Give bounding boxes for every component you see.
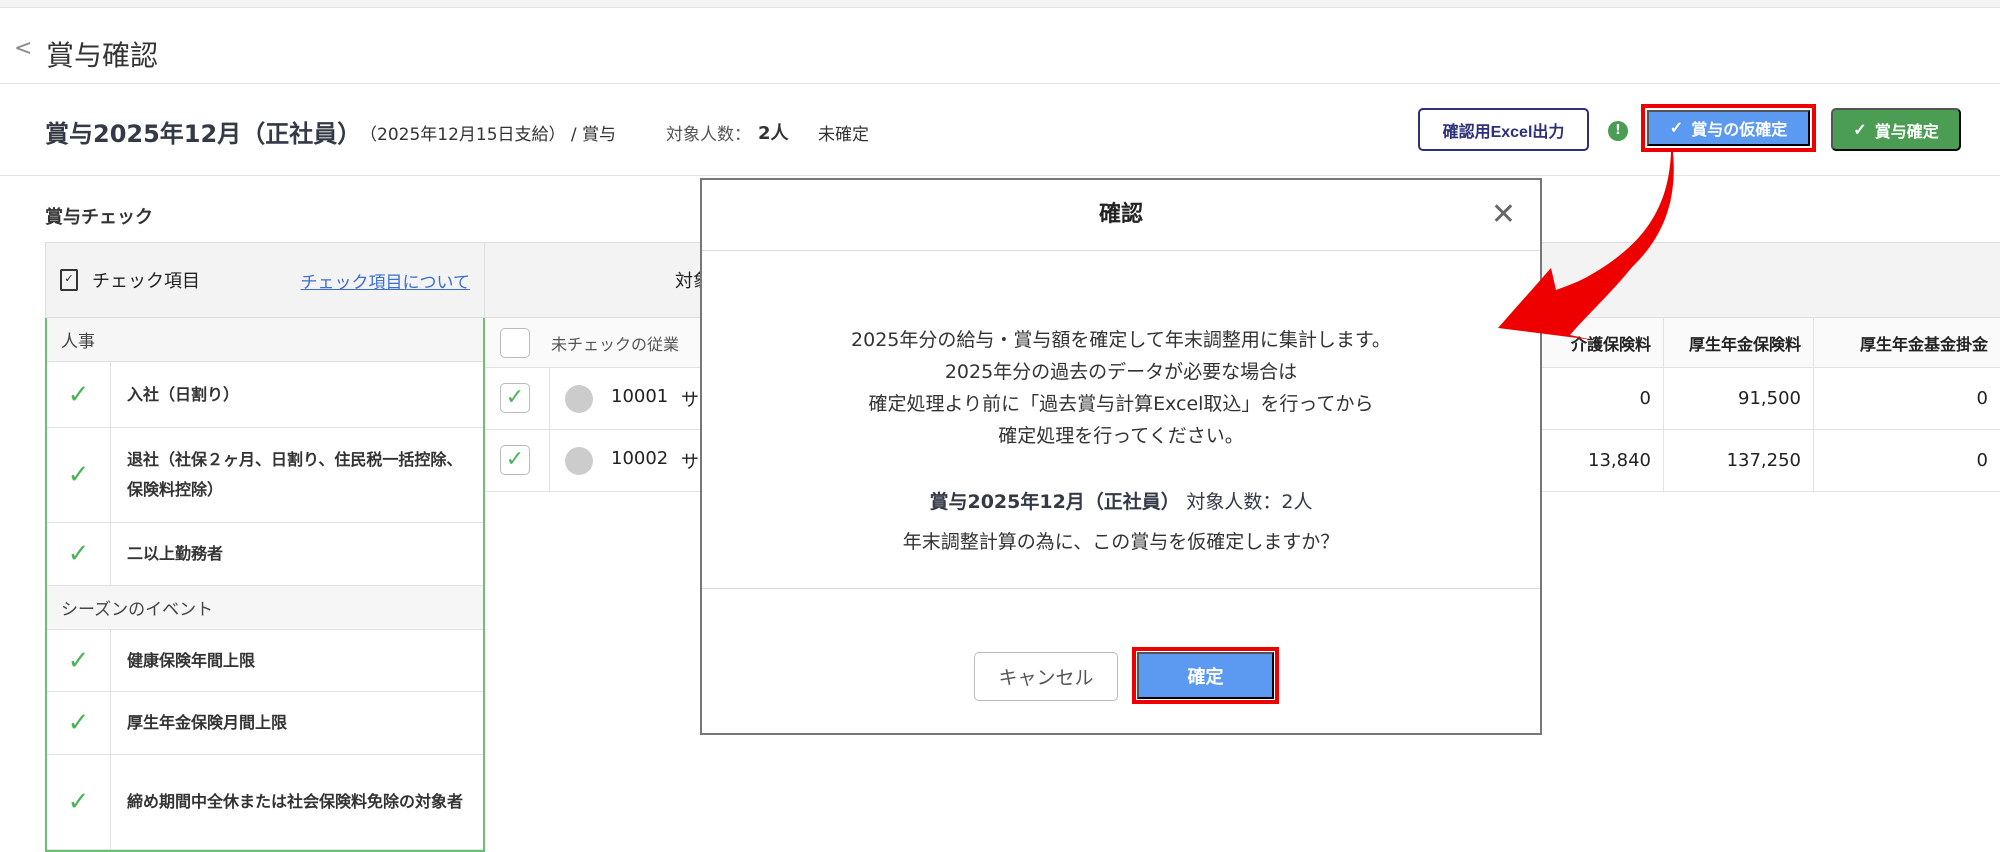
annotation-arrow-icon [1498,152,1674,340]
